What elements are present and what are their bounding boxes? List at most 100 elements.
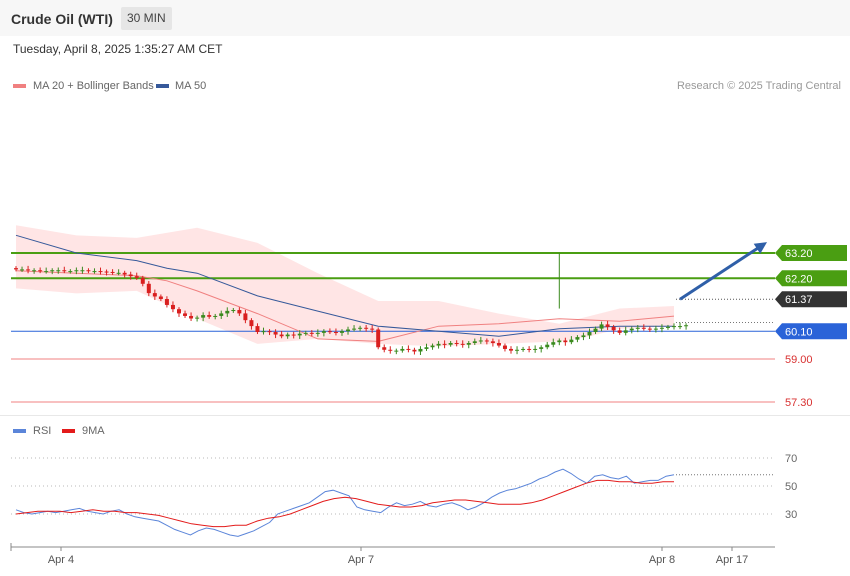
candle-body (484, 340, 489, 342)
candle-body (358, 327, 363, 329)
level-label-57-30: 57.30 (785, 397, 813, 409)
candle-body (466, 343, 471, 345)
x-tick-label: Apr 17 (716, 554, 748, 566)
rsi-ma-line (15, 479, 674, 528)
candle-body (189, 315, 194, 319)
level-label-63-20: 63.20 (785, 248, 813, 260)
candle-body (352, 328, 357, 330)
candle-body (255, 326, 260, 333)
candle-body (339, 331, 344, 333)
candle-body (26, 269, 31, 271)
candle-body (170, 304, 175, 310)
candle-body (527, 348, 532, 350)
candle-body (684, 325, 689, 327)
candle-body (225, 310, 230, 314)
candle-body (273, 332, 278, 335)
candle-body (460, 343, 465, 345)
candle-body (599, 324, 604, 329)
candle-body (448, 343, 453, 345)
candle-body (370, 328, 375, 330)
candle-body (346, 329, 351, 332)
candle-body (92, 271, 97, 273)
candle-body (569, 339, 574, 343)
candle-body (195, 317, 200, 319)
rsi-tick-70: 70 (785, 453, 797, 465)
candle-body (617, 330, 622, 333)
candle-body (557, 340, 562, 343)
candle-body (267, 331, 272, 333)
rsi-pane: 70 50 30 (11, 453, 797, 537)
candle-body (424, 347, 429, 349)
candle-body (44, 271, 49, 273)
candle-body (164, 299, 169, 305)
x-axis: Apr 4 Apr 7 Apr 8 Apr 17 (10, 543, 775, 566)
candle-body (231, 310, 236, 312)
candle-body (98, 271, 103, 273)
level-label-60-10: 60.10 (785, 326, 813, 338)
candle-body (502, 345, 507, 349)
candle-body (32, 270, 37, 272)
x-tick-label: Apr 7 (348, 554, 374, 566)
candle-body (315, 332, 320, 334)
candle-body (74, 270, 79, 272)
candle-body (665, 326, 670, 328)
candle-body (201, 315, 206, 318)
candle-body (388, 349, 393, 351)
candle-body (219, 313, 224, 316)
candle-body (472, 341, 477, 344)
candle-body (430, 345, 435, 348)
level-label-59-00: 59.00 (785, 354, 813, 366)
candle-body (478, 340, 483, 342)
candle-body (394, 350, 399, 352)
candle-body (545, 344, 550, 348)
candle-body (128, 274, 133, 277)
candle-body (146, 283, 151, 294)
candle-body (38, 270, 43, 272)
candle-body (641, 327, 646, 329)
candle-body (249, 320, 254, 327)
candle-body (50, 270, 55, 272)
candle-body (176, 309, 181, 314)
level-label-62-20: 62.20 (785, 273, 813, 285)
candle-body (116, 272, 121, 274)
candle-body (509, 348, 514, 351)
candle-body (158, 296, 163, 300)
candle-body (496, 343, 501, 346)
candle-body (243, 313, 248, 321)
candle-body (333, 332, 338, 334)
level-labels: 63.20 62.20 61.37 60.10 59.00 57.30 (775, 245, 847, 409)
candle-body (653, 328, 658, 330)
candle-body (376, 329, 381, 348)
candle-body (207, 315, 212, 317)
candle-body (605, 324, 610, 327)
candle-body (303, 332, 308, 334)
rsi-line (15, 468, 675, 537)
candle-body (623, 330, 628, 333)
candle-body (659, 327, 664, 329)
candle-body (213, 315, 218, 317)
candle-body (551, 342, 556, 345)
candle-body (647, 328, 652, 330)
candle-body (321, 331, 326, 333)
candle-body (364, 327, 369, 329)
candle-body (86, 270, 91, 272)
candle-body (678, 326, 683, 328)
candle-body (629, 328, 634, 331)
candle-body (309, 332, 314, 334)
candle-body (327, 331, 332, 333)
candle-body (436, 343, 441, 346)
candle-body (279, 334, 284, 337)
price-chart: 63.20 62.20 61.37 60.10 59.00 57.30 70 50 30 Ap… (10, 225, 847, 566)
candle-body (382, 347, 387, 350)
candle-body (539, 347, 544, 349)
level-label-61-37: 61.37 (785, 294, 813, 306)
candle-body (533, 348, 538, 350)
x-tick-label: Apr 4 (48, 554, 74, 566)
candle-body (104, 271, 109, 273)
candle-body (412, 349, 417, 352)
candle-body (521, 348, 526, 350)
candle-body (454, 343, 459, 345)
candle-body (490, 341, 495, 344)
rsi-tick-30: 30 (785, 509, 797, 521)
candle-body (110, 271, 115, 273)
